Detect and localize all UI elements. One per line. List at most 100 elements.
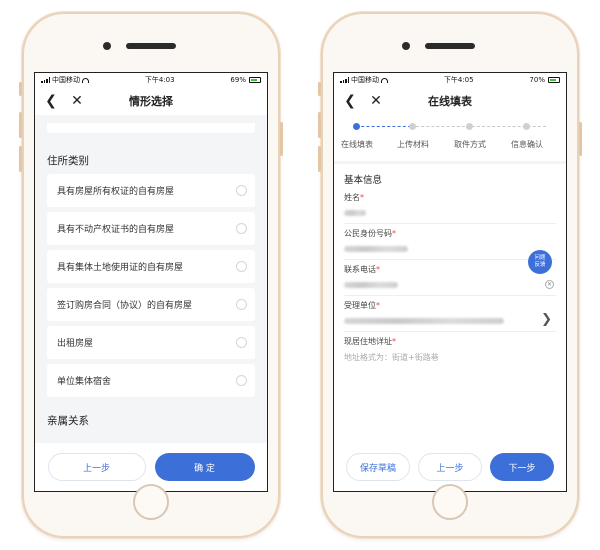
field-label: 公民身份号码 [344,229,392,238]
battery-percent: 70% [529,76,545,84]
volume-down-button [19,146,22,172]
status-bar: 中国移动 下午4:05 70% [334,73,566,87]
option-label: 具有不动产权证书的自有房屋 [57,225,175,235]
signal-icon [41,77,50,83]
phone-frame-left: 中国移动 下午4:03 69% ❮ ✕ 情形选择 住所类别 具有房屋所有权证的自… [19,12,283,538]
radio-icon[interactable] [236,337,247,348]
status-time: 下午4:05 [443,76,474,84]
battery-percent: 69% [230,76,246,84]
prev-step-button[interactable]: 上一步 [47,453,146,481]
option-item[interactable]: 单位集体宿舍 [47,364,255,397]
name-field[interactable]: 姓名* [344,188,556,224]
radio-icon[interactable] [236,375,247,386]
address-placeholder[interactable]: 地址格式为：街道+街路巷 [344,347,556,367]
power-button [579,122,582,156]
required-mark: * [392,229,396,238]
back-chevron-icon[interactable]: ❮ [43,93,59,109]
phone-frame-right: 中国移动 下午4:05 70% ❮ ✕ 在线填表 在线填表 上传材料 取件方式 … [318,12,582,538]
option-item[interactable]: 签订购房合同（协议）的自有房屋 [47,288,255,321]
earpiece-speaker [126,43,176,49]
radio-icon[interactable] [236,261,247,272]
volume-down-button [318,146,321,172]
step-progress: 在线填表 上传材料 取件方式 信息确认 [334,115,566,161]
phone-field[interactable]: 问题 反馈 联系电话* ✕ [344,250,556,296]
step-dot [409,123,416,130]
category-list: 住所类别 具有房屋所有权证的自有房屋 具有不动产权证书的自有房屋 具有集体土地使… [35,123,267,428]
clear-icon[interactable]: ✕ [545,280,554,289]
option-item[interactable]: 具有不动产权证书的自有房屋 [47,212,255,245]
step-label: 上传材料 [397,140,429,149]
mute-switch [318,82,321,96]
field-label: 受理单位 [344,301,376,310]
battery-icon [248,77,261,83]
prev-step-button[interactable]: 上一步 [418,453,482,481]
confirm-button[interactable]: 确 定 [154,453,255,481]
blurred-value [344,246,408,252]
mute-switch [19,82,22,96]
step-label: 取件方式 [454,140,486,149]
next-step-button[interactable]: 下一步 [490,453,554,481]
front-camera [103,42,111,50]
chevron-right-icon[interactable]: ❯ [541,312,552,327]
nav-bar: ❮ ✕ 情形选择 [35,87,267,115]
blurred-value [344,318,504,324]
volume-up-button [318,112,321,138]
step-label: 信息确认 [511,140,543,149]
volume-up-button [19,112,22,138]
radio-icon[interactable] [236,299,247,310]
id-number-field[interactable]: 公民身份号码* [344,224,556,260]
step-dot [466,123,473,130]
option-label: 单位集体宿舍 [57,377,112,387]
front-camera [402,42,410,50]
field-label: 姓名 [344,193,360,202]
radio-icon[interactable] [236,223,247,234]
screen-left: 中国移动 下午4:03 69% ❮ ✕ 情形选择 住所类别 具有房屋所有权证的自… [34,72,268,492]
wifi-icon [82,77,89,83]
option-label: 具有房屋所有权证的自有房屋 [57,187,175,197]
basic-info-form: 基本信息 姓名* 公民身份号码* 问题 反馈 联系电话* ✕ 受理单位* ❯ 现… [334,164,566,474]
field-label: 联系电话 [344,265,376,274]
option-item[interactable]: 出租房屋 [47,326,255,359]
step-connector [356,126,411,127]
address-field[interactable]: 现居住地详址* 地址格式为：街道+街路巷 [344,332,556,367]
back-chevron-icon[interactable]: ❮ [342,93,358,109]
screen-right: 中国移动 下午4:05 70% ❮ ✕ 在线填表 在线填表 上传材料 取件方式 … [333,72,567,492]
option-label: 签订购房合同（协议）的自有房屋 [57,301,193,311]
option-label: 具有集体土地使用证的自有房屋 [57,263,184,273]
blurred-value [344,210,366,216]
earpiece-speaker [425,43,475,49]
field-label: 现居住地详址 [344,337,392,346]
form-heading: 基本信息 [344,175,383,186]
home-button[interactable] [133,484,169,520]
step-dot-active [353,123,360,130]
wifi-icon [381,77,388,83]
option-item[interactable]: 具有房屋所有权证的自有房屋 [47,174,255,207]
close-icon[interactable]: ✕ [368,93,384,109]
carrier-label: 中国移动 [52,76,80,84]
status-bar: 中国移动 下午4:03 69% [35,73,267,87]
required-mark: * [392,337,396,346]
home-button[interactable] [432,484,468,520]
battery-icon [547,77,560,83]
required-mark: * [376,265,380,274]
signal-icon [340,77,349,83]
feedback-button[interactable]: 问题 反馈 [528,250,552,274]
option-item[interactable]: 具有集体土地使用证的自有房屋 [47,250,255,283]
save-draft-button[interactable]: 保存草稿 [346,453,410,481]
nav-bar: ❮ ✕ 在线填表 [334,87,566,115]
step-label: 在线填表 [341,140,373,149]
status-time: 下午4:03 [144,76,175,84]
required-mark: * [360,193,364,202]
section-title-residence: 住所类别 [47,155,89,167]
close-icon[interactable]: ✕ [69,93,85,109]
power-button [280,122,283,156]
step-dot [523,123,530,130]
section-title-relation: 亲属关系 [47,415,89,427]
blurred-value [344,282,398,288]
agency-field[interactable]: 受理单位* ❯ [344,296,556,332]
blank-card [47,123,255,133]
option-label: 出租房屋 [57,339,94,349]
required-mark: * [376,301,380,310]
carrier-label: 中国移动 [351,76,379,84]
radio-icon[interactable] [236,185,247,196]
